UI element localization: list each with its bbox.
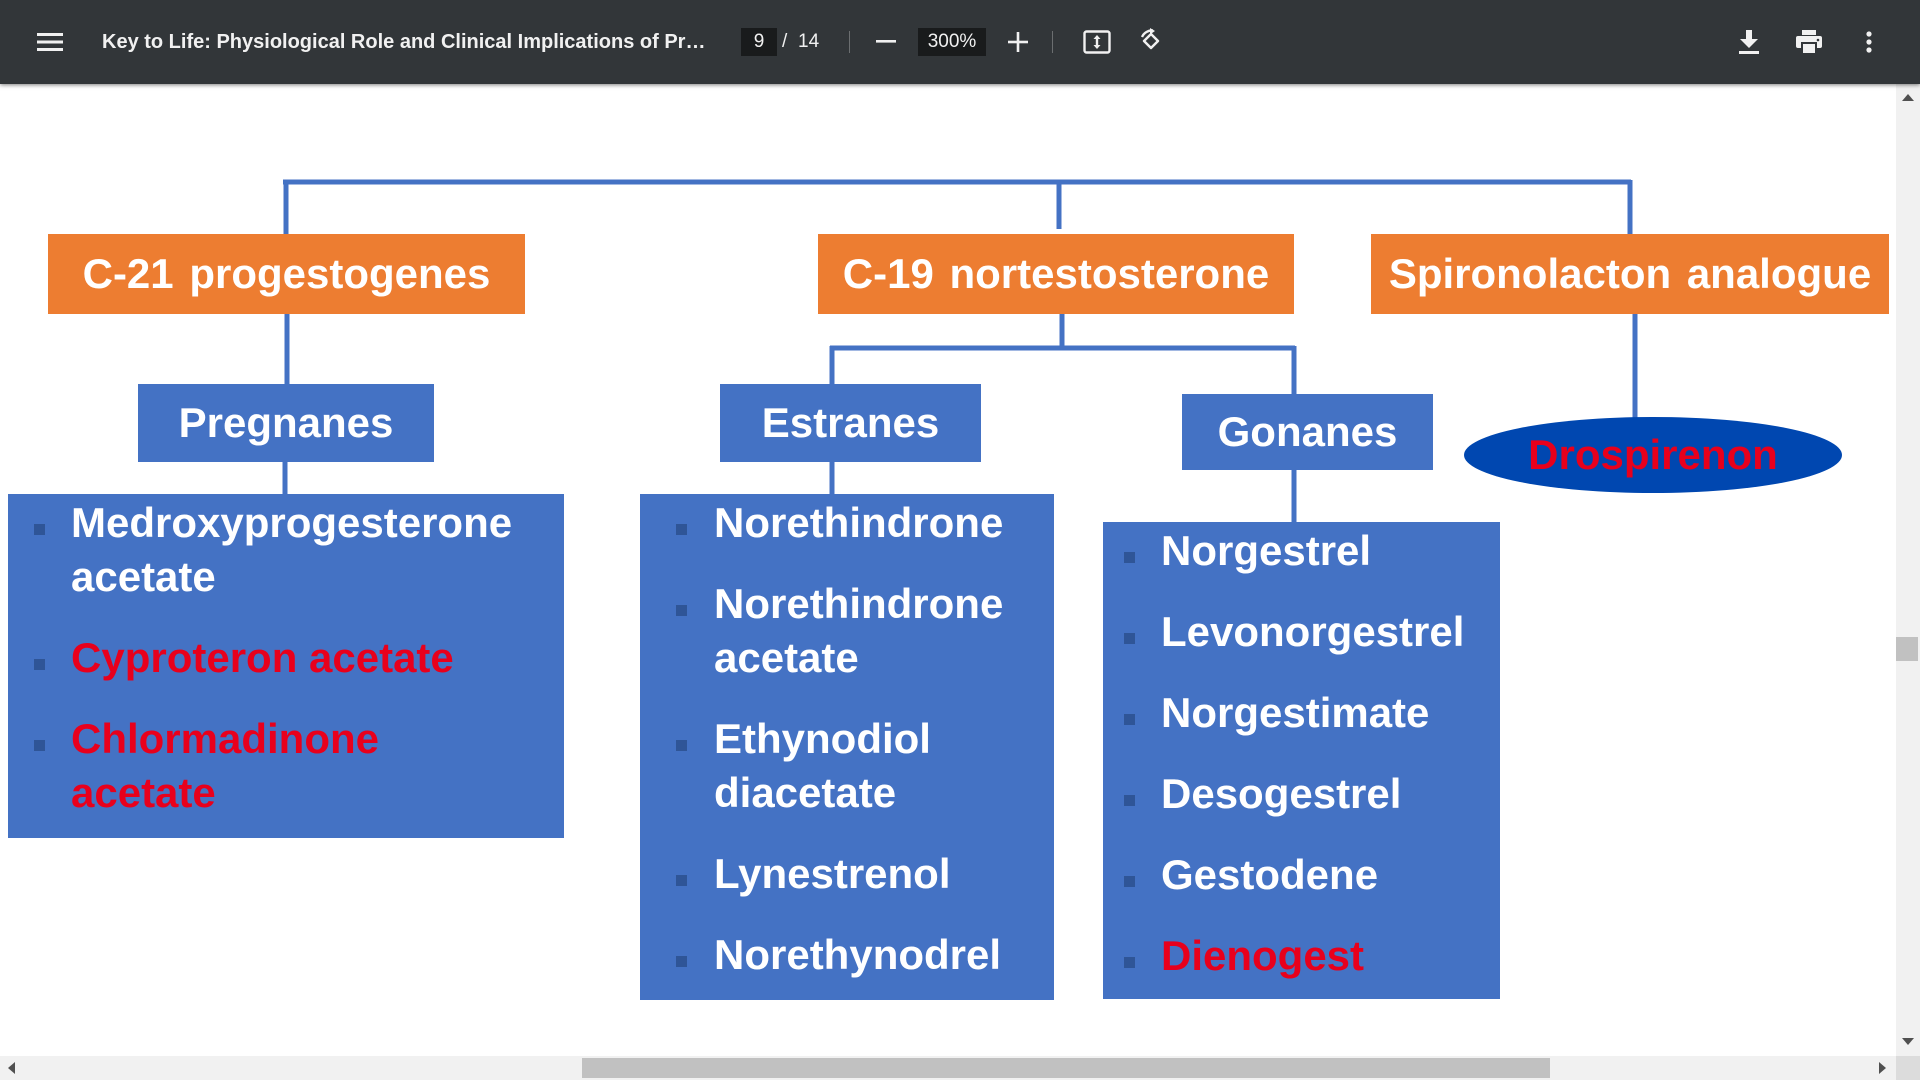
pdf-viewer: Key to Life: Physiological Role and Clin… [0, 0, 1920, 1080]
print-icon [1796, 30, 1822, 54]
subgroup-estranes: Estranes [720, 384, 981, 462]
list-item: Norethindrone acetate [714, 580, 1004, 681]
list-item: Norethynodrel [714, 931, 1002, 978]
gonanes-list: Norgestrel Levonorgestrel Norgestimate D… [1103, 522, 1500, 999]
list-item: Cyproteron acetate [71, 634, 454, 681]
print-button[interactable] [1789, 22, 1829, 62]
scroll-right-arrow-icon[interactable] [1879, 1062, 1886, 1074]
download-icon [1739, 30, 1759, 54]
bullet-icon [1124, 552, 1135, 563]
total-pages: 14 [798, 31, 820, 52]
scroll-down-arrow-icon[interactable] [1902, 1038, 1914, 1045]
bullet-icon [34, 524, 45, 535]
list-item: Norgestimate [1161, 689, 1430, 736]
toolbar: Key to Life: Physiological Role and Clin… [0, 0, 1920, 84]
list-item: Dienogest [1161, 932, 1365, 979]
estranes-list: Norethindrone Norethindrone acetate Ethy… [640, 494, 1054, 1000]
pregnanes-list: Medroxyprogesterone acetate Cyproteron a… [8, 494, 564, 838]
bullet-icon [676, 740, 687, 751]
bullet-icon [1124, 633, 1135, 644]
rotate-button[interactable] [1131, 22, 1171, 62]
category-c21: C-21 progestogenes [48, 234, 525, 314]
page-number-input[interactable] [741, 28, 777, 56]
toolbar-divider [849, 31, 850, 53]
more-actions-button[interactable] [1849, 22, 1889, 62]
download-button[interactable] [1729, 22, 1769, 62]
drospirenon-ellipse: Drospirenon [1464, 417, 1842, 493]
list-item: Medroxyprogesterone acetate [71, 499, 513, 600]
list-item: Levonorgestrel [1161, 608, 1465, 655]
hamburger-menu-icon [37, 33, 63, 51]
toolbar-divider [1052, 31, 1053, 53]
fit-to-page-button[interactable] [1077, 22, 1117, 62]
bullet-icon [34, 659, 45, 670]
bullet-icon [676, 956, 687, 967]
list-item: Norethindrone [714, 499, 1004, 546]
zoom-out-button[interactable] [866, 22, 906, 62]
more-vertical-icon [1866, 31, 1872, 53]
list-item: Chlormadinone acetate [71, 715, 380, 816]
bullet-icon [1124, 795, 1135, 806]
document-title: Key to Life: Physiological Role and Clin… [102, 31, 712, 53]
bullet-icon [676, 524, 687, 535]
bullet-icon [34, 740, 45, 751]
page-separator: / [782, 31, 788, 52]
rotate-counterclockwise-icon [1140, 28, 1160, 50]
bullet-icon [676, 875, 687, 886]
scroll-up-arrow-icon[interactable] [1902, 94, 1914, 101]
zoom-level-input[interactable] [918, 28, 986, 56]
bullet-icon [676, 605, 687, 616]
minus-icon [876, 40, 896, 43]
subgroup-pregnanes: Pregnanes [138, 384, 434, 462]
bullet-icon [1124, 714, 1135, 725]
list-item: Lynestrenol [714, 850, 951, 897]
zoom-in-button[interactable] [998, 22, 1038, 62]
list-item: Ethynodiol diacetate [714, 715, 931, 816]
scrollbar-corner [1896, 1056, 1920, 1080]
scroll-left-arrow-icon[interactable] [8, 1062, 15, 1074]
pdf-page-viewport: C-21 progestogenes C-19 nortestosterone … [0, 84, 1896, 1056]
plus-icon [1008, 32, 1028, 52]
fit-to-page-icon [1083, 30, 1111, 54]
list-item: Gestodene [1161, 851, 1379, 898]
vertical-scrollbar[interactable] [1896, 84, 1920, 1056]
bullet-icon [1124, 876, 1135, 887]
horizontal-scrollbar-thumb[interactable] [582, 1058, 1550, 1078]
vertical-scrollbar-thumb[interactable] [1896, 637, 1918, 661]
list-item: Desogestrel [1161, 770, 1402, 817]
subgroup-gonanes: Gonanes [1182, 394, 1433, 470]
bullet-icon [1124, 957, 1135, 968]
category-spironolacton: Spironolacton analogue [1371, 234, 1889, 314]
category-c19: C-19 nortestosterone [818, 234, 1294, 314]
hamburger-menu-button[interactable] [30, 22, 70, 62]
list-item: Norgestrel [1161, 527, 1372, 574]
